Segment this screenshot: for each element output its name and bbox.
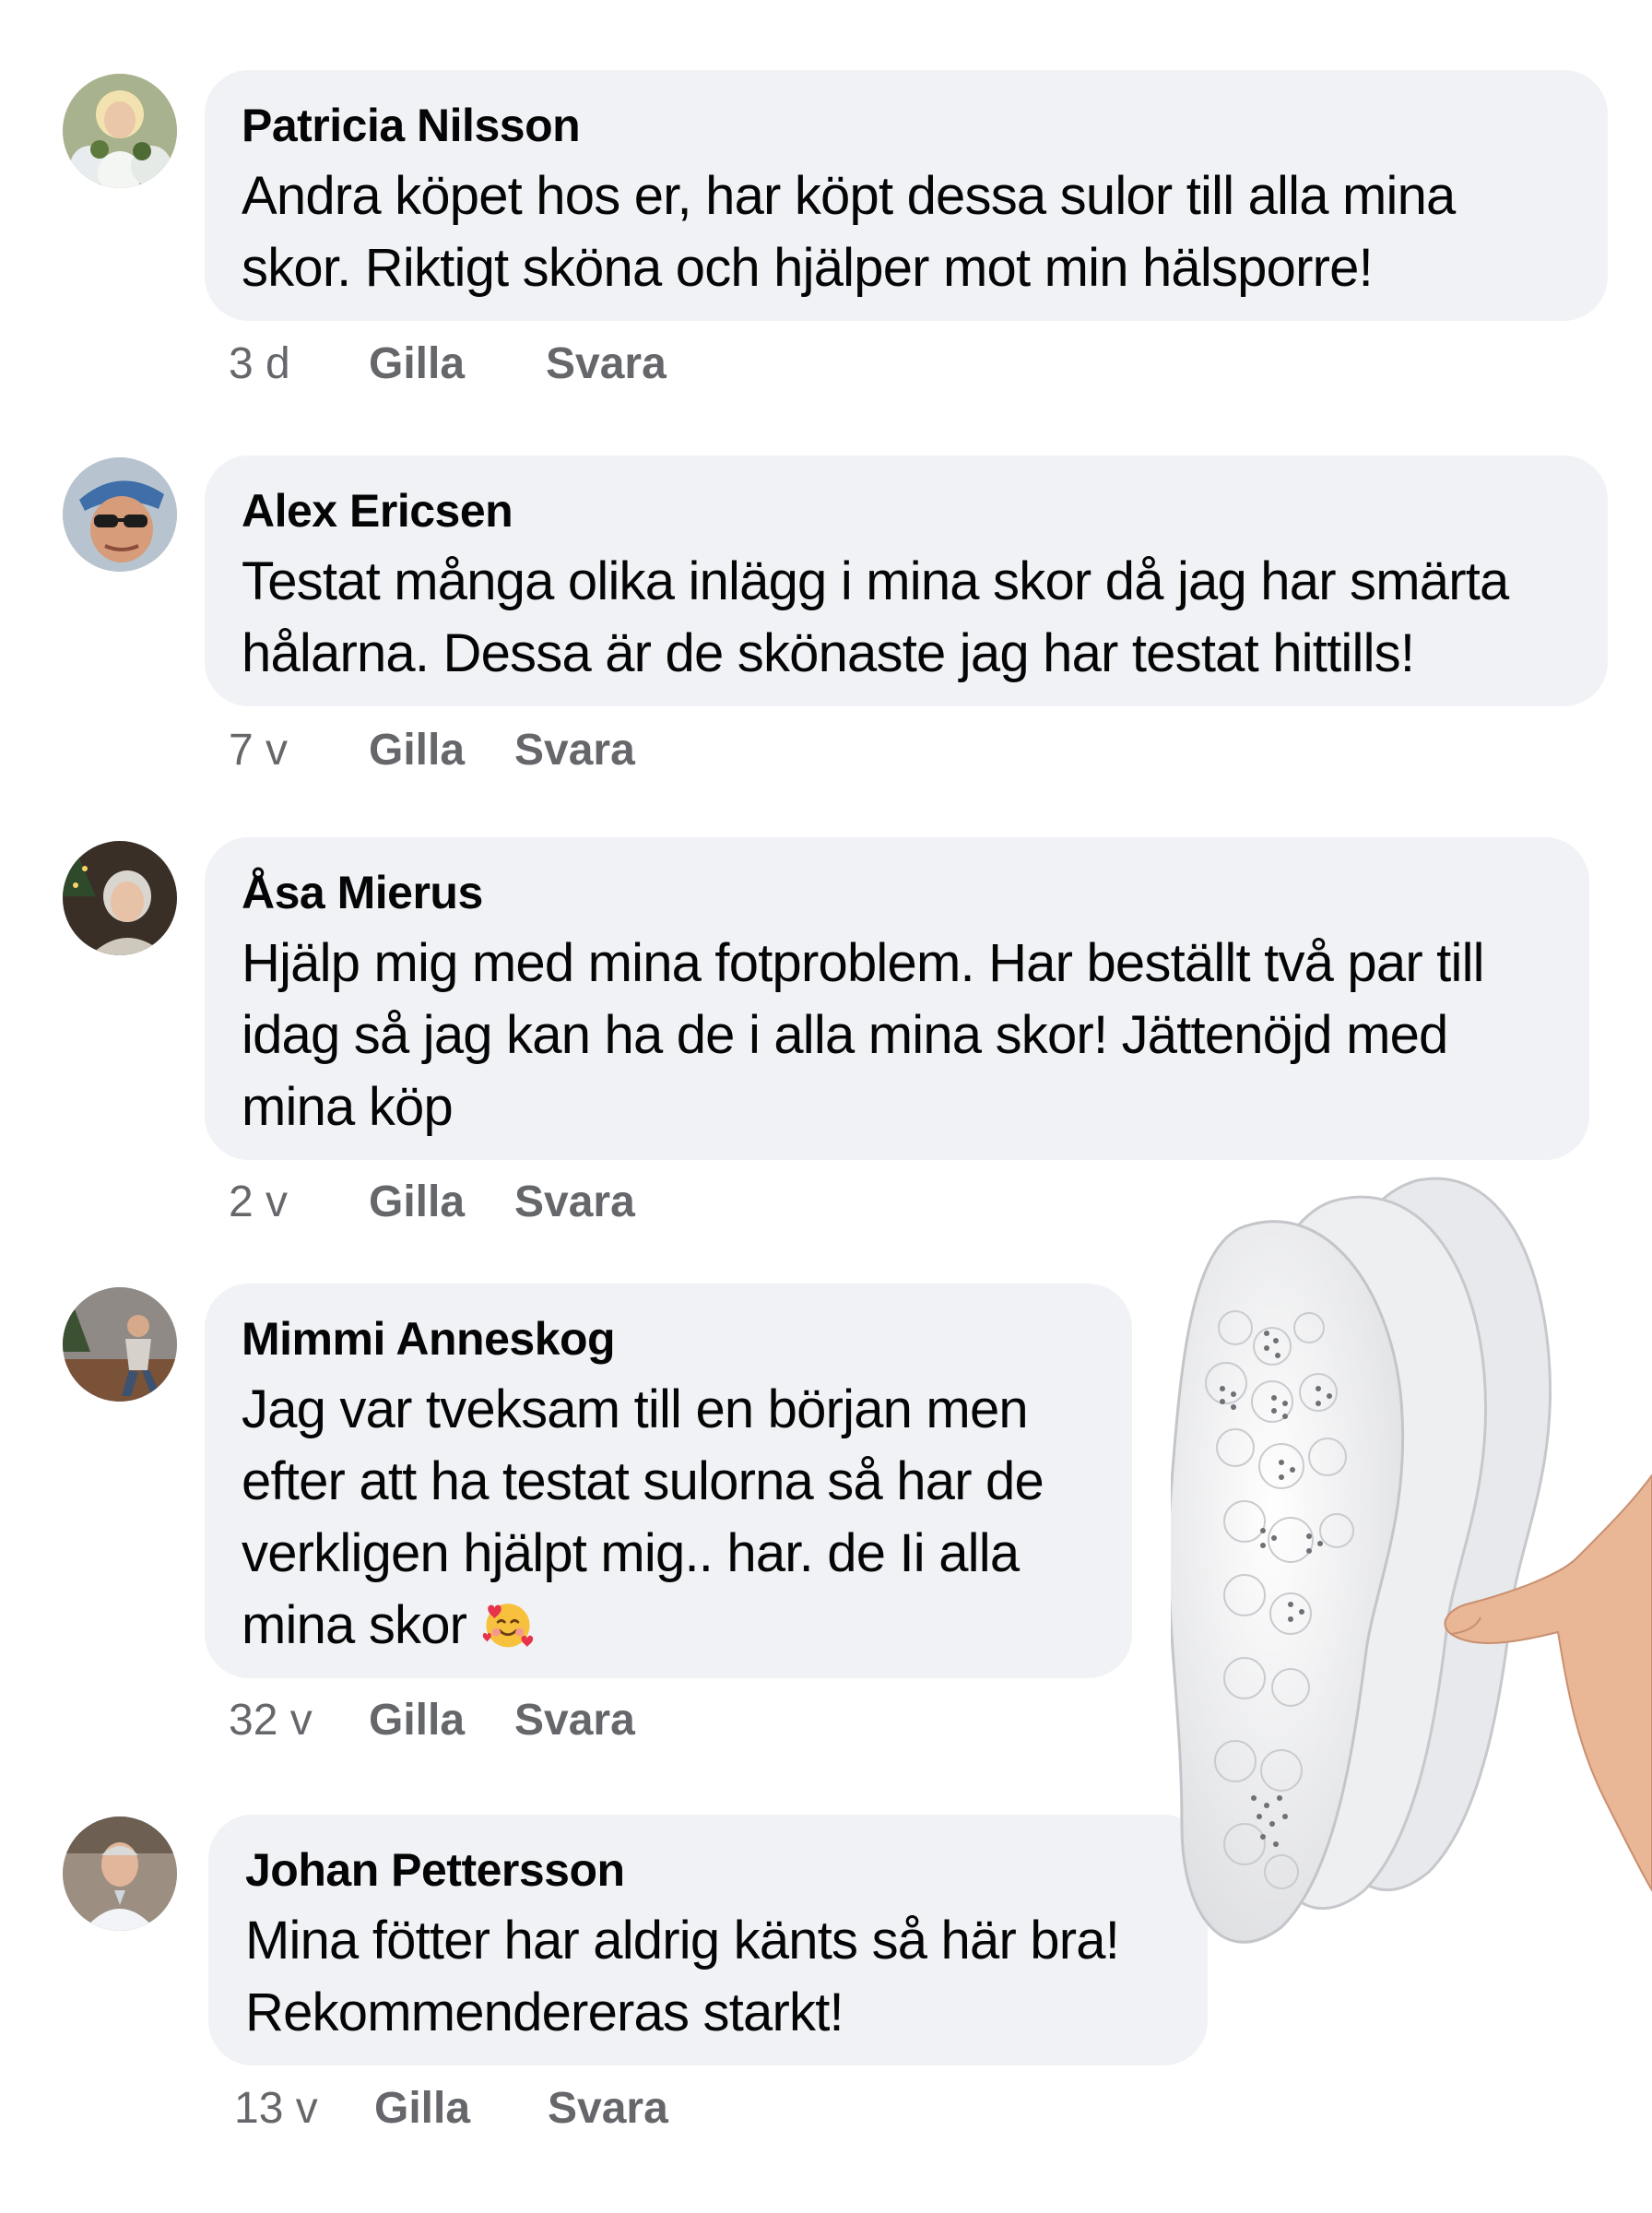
reply-button[interactable]: Svara — [546, 338, 667, 390]
man-with-cap-avatar — [63, 457, 177, 572]
like-button[interactable]: Gilla — [369, 1177, 465, 1228]
woman-sitting-avatar — [63, 1287, 177, 1402]
comment-actions: 2 v Gilla Svara — [229, 1177, 782, 1228]
comment-author[interactable]: Åsa Mierus — [242, 865, 1552, 920]
comment-text: Mina fötter har aldrig känts så här bra!… — [245, 1911, 1120, 2042]
comment-text: Andra köpet hos er, har köpt dessa sulor… — [242, 166, 1456, 298]
smiling-face-with-hearts-icon — [482, 1604, 533, 1648]
insoles-product-image — [1171, 1177, 1652, 1944]
comment-bubble: Alex Ericsen Testat många olika inlägg i… — [205, 456, 1608, 706]
comment-time[interactable]: 32 v — [229, 1695, 313, 1746]
comment-text-body: Jag var tveksam till en början men efter… — [242, 1379, 1044, 1655]
comment-author[interactable]: Johan Pettersson — [245, 1842, 1171, 1898]
man-white-shirt-avatar — [63, 1817, 177, 1931]
comment-time[interactable]: 3 d — [229, 338, 290, 390]
reply-button[interactable]: Svara — [514, 1695, 635, 1746]
comment-bubble: Johan Pettersson Mina fötter har aldrig … — [208, 1815, 1208, 2065]
comment-author[interactable]: Patricia Nilsson — [242, 98, 1571, 153]
reply-button[interactable]: Svara — [514, 1177, 635, 1228]
like-button[interactable]: Gilla — [369, 338, 465, 390]
comment-bubble: Patricia Nilsson Andra köpet hos er, har… — [205, 70, 1608, 321]
comment-time[interactable]: 13 v — [234, 2083, 318, 2135]
like-button[interactable]: Gilla — [369, 725, 465, 776]
reply-button[interactable]: Svara — [548, 2083, 668, 2135]
avatar[interactable] — [63, 74, 177, 188]
avatar[interactable] — [63, 1817, 177, 1931]
like-button[interactable]: Gilla — [369, 1695, 465, 1746]
avatar[interactable] — [63, 1287, 177, 1402]
comment-actions: 3 d Gilla Svara — [229, 338, 782, 390]
comment-author[interactable]: Mimmi Anneskog — [242, 1311, 1095, 1367]
comment-text: Hjälp mig med mina fotproblem. Har bestä… — [242, 933, 1485, 1137]
comment-bubble: Åsa Mierus Hjälp mig med mina fotproblem… — [205, 837, 1589, 1160]
comment-author[interactable]: Alex Ericsen — [242, 483, 1571, 538]
comment-text: Jag var tveksam till en början men efter… — [242, 1374, 1095, 1662]
woman-with-flowers-avatar — [63, 74, 177, 188]
avatar[interactable] — [63, 841, 177, 955]
reply-button[interactable]: Svara — [514, 725, 635, 776]
comment-time[interactable]: 7 v — [229, 725, 288, 776]
comment-time[interactable]: 2 v — [229, 1177, 288, 1228]
like-button[interactable]: Gilla — [374, 2083, 470, 2135]
comment-text: Testat många olika inlägg i mina skor då… — [242, 551, 1509, 683]
avatar[interactable] — [63, 457, 177, 572]
comment-actions: 32 v Gilla Svara — [229, 1695, 782, 1746]
woman-christmas-avatar — [63, 841, 177, 955]
comment-actions: 13 v Gilla Svara — [234, 2083, 787, 2135]
comment-bubble: Mimmi Anneskog Jag var tveksam till en b… — [205, 1284, 1132, 1678]
comment-actions: 7 v Gilla Svara — [229, 725, 782, 776]
